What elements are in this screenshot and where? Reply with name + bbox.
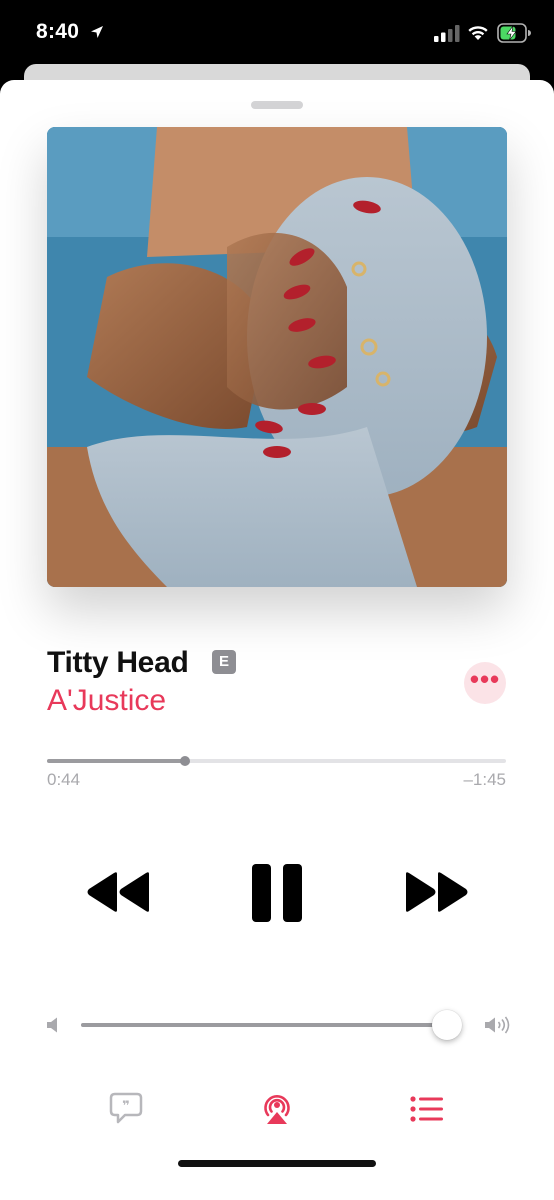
- remaining-time: –1:45: [463, 770, 506, 789]
- progress-scrubber[interactable]: [47, 756, 506, 766]
- queue-list-icon[interactable]: [410, 1096, 444, 1122]
- home-indicator[interactable]: [178, 1160, 376, 1167]
- location-arrow-icon: [91, 26, 103, 38]
- cellular-signal-icon: [434, 25, 460, 42]
- battery-charging-icon: [497, 23, 531, 43]
- progress-fill: [47, 759, 185, 763]
- svg-text:❞: ❞: [122, 1099, 130, 1114]
- volume-fill: [81, 1023, 448, 1027]
- volume-low-icon: [47, 1017, 57, 1033]
- more-options-button[interactable]: •••: [464, 662, 506, 704]
- pause-icon[interactable]: [252, 864, 302, 922]
- airplay-icon[interactable]: [259, 1091, 295, 1125]
- volume-slider[interactable]: [81, 1010, 463, 1040]
- rewind-icon[interactable]: [86, 872, 150, 912]
- now-playing-sheet: Titty Head E A'Justice ••• 0:44 –1:45 ❞: [0, 80, 554, 1200]
- elapsed-time: 0:44: [47, 770, 81, 789]
- status-time: 8:40: [36, 20, 80, 43]
- lyrics-icon[interactable]: ❞: [109, 1092, 143, 1124]
- volume-knob[interactable]: [432, 1010, 463, 1040]
- status-bar: 8:40: [0, 0, 554, 66]
- wifi-icon: [468, 26, 488, 40]
- progress-knob[interactable]: [179, 756, 190, 766]
- album-artwork: [47, 127, 507, 587]
- explicit-badge: E: [212, 650, 236, 674]
- artist-name[interactable]: A'Justice: [47, 684, 166, 718]
- sheet-grabber[interactable]: [251, 101, 303, 109]
- song-title: Titty Head: [47, 646, 189, 679]
- fast-forward-icon[interactable]: [405, 872, 469, 912]
- volume-high-icon: [485, 1016, 510, 1034]
